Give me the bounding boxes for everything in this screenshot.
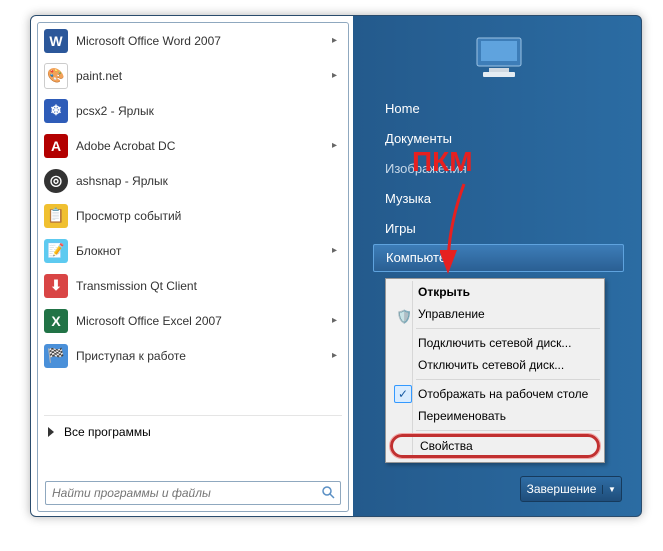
- program-label: pcsx2 - Ярлык: [76, 104, 348, 118]
- shield-icon: 🛡️: [396, 306, 412, 328]
- all-programs[interactable]: Все программы: [38, 418, 348, 446]
- shutdown-button[interactable]: Завершение ▼: [520, 476, 622, 502]
- chevron-right-icon: ▸: [332, 140, 344, 151]
- program-pcsx[interactable]: ❄ pcsx2 - Ярлык: [38, 93, 348, 128]
- adobe-icon: A: [44, 134, 68, 158]
- program-note[interactable]: 📝 Блокнот▸: [38, 233, 348, 268]
- word-icon: W: [44, 29, 68, 53]
- program-snap[interactable]: ◎ ashsnap - Ярлык: [38, 163, 348, 198]
- right-link-2[interactable]: Изображения: [361, 154, 636, 184]
- event-icon: 📋: [44, 204, 68, 228]
- note-icon: 📝: [44, 239, 68, 263]
- context-open[interactable]: Открыть: [388, 281, 602, 303]
- program-event[interactable]: 📋 Просмотр событий: [38, 198, 348, 233]
- chevron-right-icon: ▸: [332, 70, 344, 81]
- program-label: Просмотр событий: [76, 209, 348, 223]
- right-link-5[interactable]: Компьютер: [373, 244, 624, 272]
- context-manage[interactable]: 🛡️ Управление: [388, 303, 602, 325]
- chevron-right-icon: ▸: [332, 245, 344, 256]
- right-link-3[interactable]: Музыка: [361, 184, 636, 214]
- paint-icon: 🎨: [44, 64, 68, 88]
- context-separator: [416, 379, 600, 380]
- left-panel: WMicrosoft Office Word 2007▸🎨paint.net▸❄…: [37, 22, 349, 512]
- chevron-right-icon: ▸: [332, 35, 344, 46]
- excel-icon: X: [44, 309, 68, 333]
- programs-list: WMicrosoft Office Word 2007▸🎨paint.net▸❄…: [38, 23, 348, 413]
- program-label: paint.net: [76, 69, 332, 83]
- program-label: Transmission Qt Client: [76, 279, 348, 293]
- triangle-icon: [48, 427, 54, 437]
- shutdown-dropdown[interactable]: ▼: [602, 485, 621, 494]
- check-icon: ✓: [394, 385, 412, 403]
- context-manage-label: Управление: [418, 307, 485, 321]
- program-start[interactable]: 🏁 Приступая к работе▸: [38, 338, 348, 373]
- context-disconnect-drive[interactable]: Отключить сетевой диск...: [388, 354, 602, 376]
- separator: [44, 415, 342, 416]
- context-separator: [416, 328, 600, 329]
- computer-icon: [471, 36, 527, 80]
- search-input[interactable]: [45, 481, 341, 505]
- program-word[interactable]: W Microsoft Office Word 2007▸: [38, 23, 348, 58]
- program-label: Microsoft Office Excel 2007: [76, 314, 332, 328]
- right-link-1[interactable]: Документы: [361, 124, 636, 154]
- context-separator: [416, 430, 600, 431]
- context-properties[interactable]: Свойства: [390, 434, 600, 458]
- snap-icon: ◎: [44, 169, 68, 193]
- program-trans[interactable]: ⬇ Transmission Qt Client: [38, 268, 348, 303]
- context-show-desktop-label: Отображать на рабочем столе: [418, 387, 588, 401]
- program-adobe[interactable]: A Adobe Acrobat DC▸: [38, 128, 348, 163]
- chevron-right-icon: ▸: [332, 315, 344, 326]
- context-rename[interactable]: Переименовать: [388, 405, 602, 427]
- right-link-0[interactable]: Home: [361, 94, 636, 124]
- program-label: Блокнот: [76, 244, 332, 258]
- pcsx-icon: ❄: [44, 99, 68, 123]
- program-label: Adobe Acrobat DC: [76, 139, 332, 153]
- start-icon: 🏁: [44, 344, 68, 368]
- program-paint[interactable]: 🎨 paint.net▸: [38, 58, 348, 93]
- program-label: Приступая к работе: [76, 349, 332, 363]
- search-wrapper: [45, 481, 341, 505]
- program-label: ashsnap - Ярлык: [76, 174, 348, 188]
- context-connect-drive[interactable]: Подключить сетевой диск...: [388, 332, 602, 354]
- all-programs-label: Все программы: [64, 425, 151, 439]
- chevron-right-icon: ▸: [332, 350, 344, 361]
- shutdown-label: Завершение: [521, 482, 602, 496]
- program-excel[interactable]: X Microsoft Office Excel 2007▸: [38, 303, 348, 338]
- context-menu: Открыть 🛡️ Управление Подключить сетевой…: [385, 278, 605, 463]
- right-link-4[interactable]: Игры: [361, 214, 636, 244]
- context-show-desktop[interactable]: ✓ Отображать на рабочем столе: [388, 383, 602, 405]
- search-icon: [321, 485, 335, 502]
- trans-icon: ⬇: [44, 274, 68, 298]
- program-label: Microsoft Office Word 2007: [76, 34, 332, 48]
